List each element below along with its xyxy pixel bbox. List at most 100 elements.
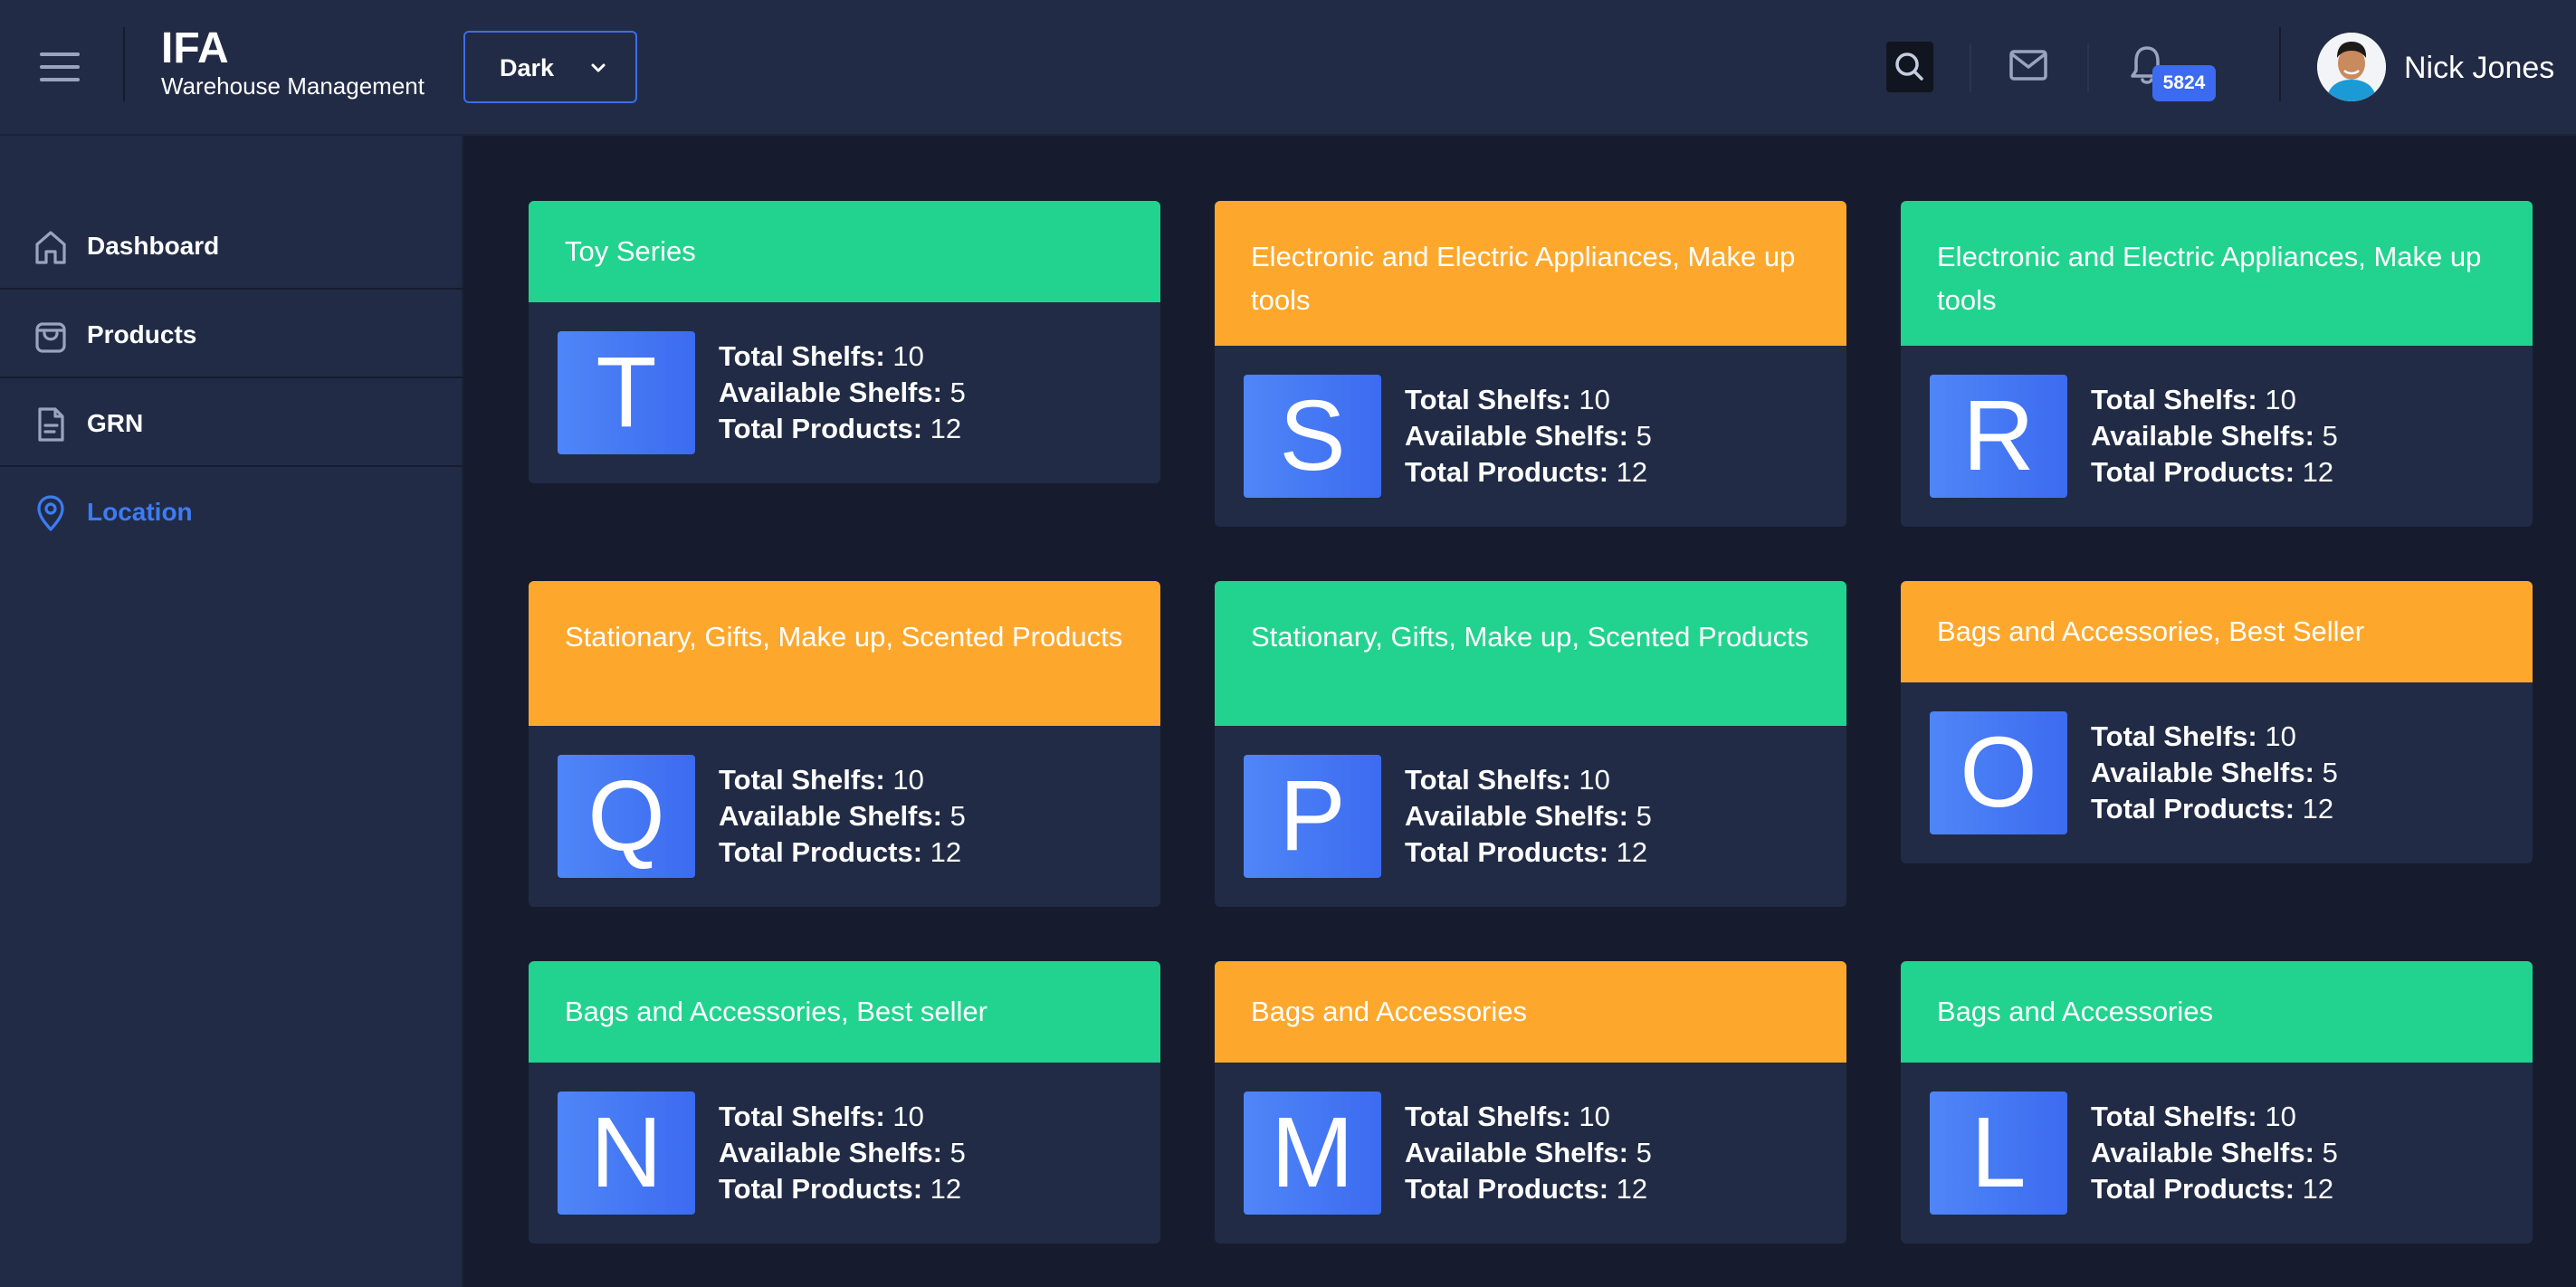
location-card[interactable]: Toy Series T Total Shelfs: 10 Available She… (529, 201, 1160, 483)
available-shelfs-label: Available Shelfs: (2091, 1137, 2314, 1168)
card-stats: Total Shelfs: 10 Available Shelfs: 5 Total… (2091, 1099, 2338, 1207)
available-shelfs-label: Available Shelfs: (719, 1137, 942, 1168)
total-shelfs-value: 10 (892, 1101, 924, 1132)
card-letter-tile: P (1244, 755, 1381, 878)
sidebar: Dashboard Products GRN Location (0, 136, 463, 1287)
card-body: N Total Shelfs: 10 Available Shelfs: 5 Tota… (529, 1063, 1160, 1244)
total-shelfs-label: Total Shelfs: (719, 764, 885, 796)
card-title: Bags and Accessories (1215, 961, 1846, 1063)
available-shelfs-label: Available Shelfs: (1405, 800, 1628, 832)
card-stats: Total Shelfs: 10 Available Shelfs: 5 Total… (1405, 1099, 1652, 1207)
available-shelfs-value: 5 (949, 800, 966, 832)
total-shelfs-row: Total Shelfs: 10 (1405, 762, 1652, 798)
location-pin-icon (33, 494, 69, 532)
location-card[interactable]: Stationary, Gifts, Make up, Scented Prod… (529, 581, 1160, 907)
total-products-value: 12 (2302, 793, 2334, 825)
user-name[interactable]: Nick Jones (2404, 51, 2554, 86)
total-products-label: Total Products: (719, 1173, 923, 1205)
available-shelfs-row: Available Shelfs: 5 (719, 1135, 966, 1171)
total-products-value: 12 (2302, 1173, 2334, 1205)
card-letter-tile: T (558, 331, 695, 454)
total-products-label: Total Products: (2091, 456, 2295, 488)
card-title: Bags and Accessories (1901, 961, 2533, 1063)
search-button[interactable] (1886, 42, 1933, 92)
total-products-label: Total Products: (2091, 793, 2295, 825)
available-shelfs-value: 5 (1636, 420, 1652, 452)
card-stats: Total Shelfs: 10 Available Shelfs: 5 Total… (719, 338, 966, 447)
card-body: Q Total Shelfs: 10 Available Shelfs: 5 Tota… (529, 726, 1160, 907)
total-shelfs-value: 10 (1579, 764, 1610, 796)
document-icon (33, 405, 69, 443)
card-letter-tile: R (1930, 375, 2067, 498)
available-shelfs-value: 5 (2322, 1137, 2338, 1168)
card-title: Bags and Accessories, Best seller (529, 961, 1160, 1063)
menu-icon[interactable] (40, 52, 80, 81)
card-title: Stationary, Gifts, Make up, Scented Prod… (529, 581, 1160, 726)
sidebar-item-label: Products (87, 320, 197, 348)
location-card[interactable]: Electronic and Electric Appliances, Make… (1215, 201, 1846, 527)
card-letter-tile: N (558, 1092, 695, 1215)
location-card[interactable]: Bags and Accessories L Total Shelfs: 10 Ava… (1901, 961, 2533, 1244)
card-title: Electronic and Electric Appliances, Make… (1901, 201, 2533, 346)
available-shelfs-row: Available Shelfs: 5 (1405, 418, 1652, 454)
total-products-label: Total Products: (719, 413, 923, 444)
home-icon (33, 228, 69, 266)
available-shelfs-label: Available Shelfs: (719, 377, 942, 408)
total-products-row: Total Products: 12 (719, 834, 966, 871)
sidebar-item-products[interactable]: Products (0, 291, 463, 378)
mail-icon[interactable] (2008, 47, 2049, 88)
location-card[interactable]: Electronic and Electric Appliances, Make… (1901, 201, 2533, 527)
available-shelfs-value: 5 (1636, 1137, 1652, 1168)
total-products-value: 12 (1616, 456, 1648, 488)
avatar[interactable] (2317, 33, 2386, 101)
total-products-row: Total Products: 12 (1405, 454, 1652, 491)
card-letter-tile: M (1244, 1092, 1381, 1215)
sidebar-item-dashboard[interactable]: Dashboard (0, 203, 463, 290)
available-shelfs-row: Available Shelfs: 5 (2091, 755, 2338, 791)
card-letter-tile: L (1930, 1092, 2067, 1215)
location-card[interactable]: Bags and Accessories, Best seller N Total … (529, 961, 1160, 1244)
top-bar: IFA Warehouse Management Dark 5824 Nick … (0, 0, 2576, 136)
total-shelfs-label: Total Shelfs: (1405, 384, 1571, 415)
card-title: Electronic and Electric Appliances, Make… (1215, 201, 1846, 346)
location-card[interactable]: Bags and Accessories, Best Seller O Total … (1901, 581, 2533, 863)
card-stats: Total Shelfs: 10 Available Shelfs: 5 Total… (719, 1099, 966, 1207)
total-products-value: 12 (930, 1173, 962, 1205)
card-body: S Total Shelfs: 10 Available Shelfs: 5 Tota… (1215, 346, 1846, 527)
available-shelfs-label: Available Shelfs: (1405, 1137, 1628, 1168)
divider (2087, 43, 2089, 92)
total-shelfs-row: Total Shelfs: 10 (2091, 719, 2338, 755)
sidebar-item-label: GRN (87, 409, 144, 437)
available-shelfs-row: Available Shelfs: 5 (2091, 418, 2338, 454)
total-shelfs-value: 10 (892, 764, 924, 796)
total-products-row: Total Products: 12 (2091, 791, 2338, 827)
total-products-row: Total Products: 12 (2091, 1171, 2338, 1207)
card-body: O Total Shelfs: 10 Available Shelfs: 5 Tota… (1901, 682, 2533, 863)
total-shelfs-value: 10 (892, 340, 924, 372)
available-shelfs-label: Available Shelfs: (719, 800, 942, 832)
total-shelfs-label: Total Shelfs: (2091, 384, 2257, 415)
available-shelfs-row: Available Shelfs: 5 (1405, 1135, 1652, 1171)
available-shelfs-value: 5 (949, 377, 966, 408)
sidebar-item-location[interactable]: Location (0, 469, 463, 556)
total-products-label: Total Products: (1405, 456, 1609, 488)
total-shelfs-row: Total Shelfs: 10 (1405, 382, 1652, 418)
total-products-value: 12 (1616, 1173, 1648, 1205)
available-shelfs-value: 5 (1636, 800, 1652, 832)
sidebar-item-grn[interactable]: GRN (0, 380, 463, 467)
total-products-value: 12 (930, 836, 962, 868)
total-shelfs-label: Total Shelfs: (719, 340, 885, 372)
total-products-value: 12 (2302, 456, 2334, 488)
location-card[interactable]: Bags and Accessories M Total Shelfs: 10 Ava… (1215, 961, 1846, 1244)
total-shelfs-row: Total Shelfs: 10 (719, 1099, 966, 1135)
brand-title: IFA (161, 24, 229, 72)
location-card[interactable]: Stationary, Gifts, Make up, Scented Prod… (1215, 581, 1846, 907)
total-products-row: Total Products: 12 (1405, 1171, 1652, 1207)
sidebar-item-label: Dashboard (87, 232, 220, 260)
card-stats: Total Shelfs: 10 Available Shelfs: 5 Total… (2091, 719, 2338, 827)
theme-select[interactable]: Dark (463, 31, 637, 103)
card-letter-tile: O (1930, 711, 2067, 834)
total-products-label: Total Products: (1405, 836, 1609, 868)
sidebar-item-label: Location (87, 498, 193, 526)
card-body: L Total Shelfs: 10 Available Shelfs: 5 Tota… (1901, 1063, 2533, 1244)
